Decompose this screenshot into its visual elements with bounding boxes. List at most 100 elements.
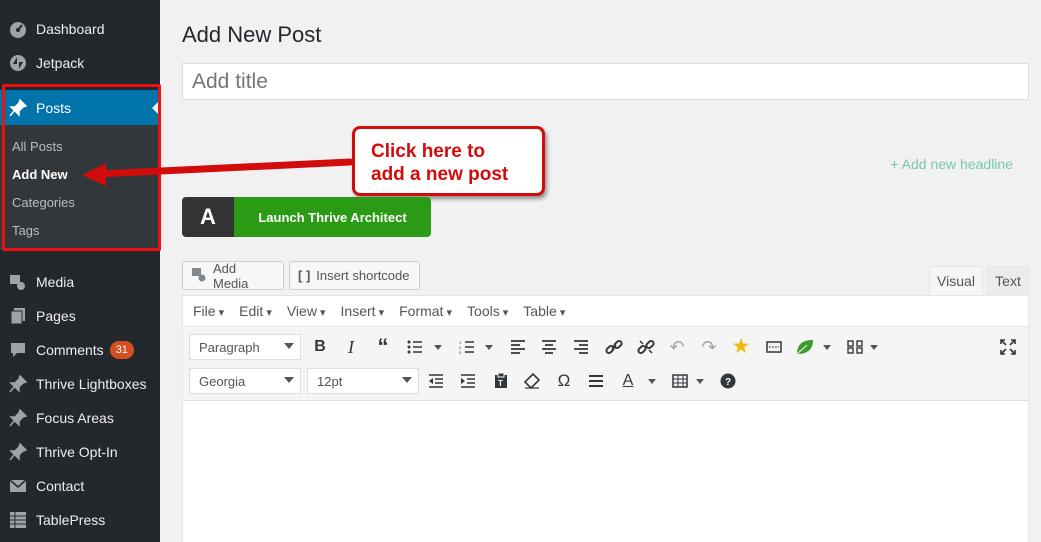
table-icon[interactable]	[669, 370, 691, 392]
thrive-logo-icon: A	[182, 197, 234, 237]
media-icon	[191, 266, 207, 285]
callout-line-1: Click here to	[371, 141, 486, 162]
help-icon[interactable]: ?	[717, 370, 739, 392]
page-title: Add New Post	[182, 22, 322, 47]
blockquote-icon[interactable]: “	[372, 334, 394, 359]
sidebar-item-comments[interactable]: Comments 31	[0, 333, 160, 367]
fullscreen-icon[interactable]	[997, 336, 1019, 358]
mail-icon	[0, 477, 36, 495]
chevron-down-icon[interactable]	[648, 379, 656, 384]
redo-icon[interactable]: ↷	[698, 336, 720, 358]
chevron-down-icon	[402, 377, 412, 383]
pin-icon	[0, 409, 36, 427]
chevron-down-icon[interactable]	[434, 345, 442, 350]
bold-icon[interactable]: B	[309, 336, 331, 358]
thrive-button-label: Launch Thrive Architect	[234, 197, 431, 237]
link-icon[interactable]	[603, 336, 625, 358]
leaf-icon[interactable]	[794, 336, 816, 358]
font-size-select[interactable]: 12pt	[307, 368, 419, 394]
sidebar-item-media[interactable]: Media	[0, 265, 160, 299]
menu-edit[interactable]: Edit	[239, 303, 272, 319]
sidebar-item-label: Focus Areas	[36, 410, 114, 426]
sidebar-item-label: Contact	[36, 478, 85, 494]
menu-file[interactable]: File	[193, 303, 224, 319]
sidebar-item-label: TablePress	[36, 512, 106, 528]
table-icon	[0, 511, 36, 529]
undo-icon[interactable]: ↶	[666, 336, 688, 358]
readmore-icon[interactable]	[763, 336, 785, 358]
menu-view[interactable]: View	[287, 303, 326, 319]
chevron-down-icon	[284, 377, 294, 383]
align-left-icon[interactable]	[507, 336, 529, 358]
insert-shortcode-label: Insert shortcode	[316, 268, 410, 283]
numbered-list-icon[interactable]: 123	[456, 336, 478, 358]
sidebar-item-label: Comments	[36, 342, 104, 358]
add-media-label: Add Media	[213, 260, 249, 291]
font-size-value: 12pt	[317, 373, 343, 389]
paste-text-icon[interactable]: T	[490, 370, 512, 392]
indent-icon[interactable]	[457, 370, 479, 392]
chevron-down-icon[interactable]	[870, 345, 878, 350]
sidebar-item-label: Jetpack	[36, 55, 85, 71]
comment-count-badge: 31	[109, 341, 134, 359]
sidebar-item-contact[interactable]: Contact	[0, 469, 160, 503]
menu-insert[interactable]: Insert	[341, 303, 385, 319]
chevron-down-icon[interactable]	[823, 345, 831, 350]
tab-visual[interactable]: Visual	[929, 266, 983, 296]
pin-icon	[0, 375, 36, 393]
post-editor: File Edit View Insert Format Tools Table…	[182, 295, 1029, 542]
pin-icon	[0, 443, 36, 461]
font-family-select[interactable]: Georgia	[189, 368, 301, 394]
sidebar-item-pages[interactable]: Pages	[0, 299, 160, 333]
insert-shortcode-button[interactable]: [ ] Insert shortcode	[289, 261, 420, 290]
callout-line-2: add a new post	[371, 164, 509, 185]
chevron-down-icon	[284, 343, 294, 349]
menu-format[interactable]: Format	[399, 303, 452, 319]
editor-content-area[interactable]	[183, 402, 1028, 542]
admin-sidebar: Dashboard Jetpack Posts All Posts Add Ne…	[0, 0, 160, 542]
sidebar-item-label: Thrive Opt-In	[36, 444, 118, 460]
editor-menubar: File Edit View Insert Format Tools Table	[183, 296, 1028, 327]
chevron-down-icon[interactable]	[696, 379, 704, 384]
star-icon[interactable]: ★	[730, 335, 752, 358]
menu-table[interactable]: Table	[523, 303, 565, 319]
menu-tools[interactable]: Tools	[467, 303, 508, 319]
align-right-icon[interactable]	[570, 336, 592, 358]
sidebar-item-tablepress[interactable]: TablePress	[0, 503, 160, 537]
horizontal-line-icon[interactable]	[585, 370, 607, 392]
eraser-icon[interactable]	[521, 370, 543, 392]
editor-toolbar: File Edit View Insert Format Tools Table…	[183, 296, 1028, 401]
align-center-icon[interactable]	[538, 336, 560, 358]
comments-icon	[0, 341, 36, 359]
svg-text:T: T	[498, 379, 503, 388]
sidebar-item-focus-areas[interactable]: Focus Areas	[0, 401, 160, 435]
post-title-input[interactable]	[182, 63, 1029, 100]
jetpack-icon	[0, 54, 36, 72]
outdent-icon[interactable]	[425, 370, 447, 392]
launch-thrive-architect-button[interactable]: A Launch Thrive Architect	[182, 197, 431, 237]
format-select[interactable]: Paragraph	[189, 334, 301, 360]
chevron-down-icon[interactable]	[485, 345, 493, 350]
sidebar-item-thrive-lightboxes[interactable]: Thrive Lightboxes	[0, 367, 160, 401]
sidebar-item-label: Pages	[36, 308, 76, 324]
tab-text[interactable]: Text	[987, 266, 1029, 296]
omega-icon[interactable]: Ω	[553, 370, 575, 392]
add-media-button[interactable]: Add Media	[182, 260, 284, 291]
callout-annotation: Click here to add a new post	[352, 126, 545, 196]
sidebar-item-label: Media	[36, 274, 75, 290]
media-icon	[0, 273, 36, 291]
pages-icon	[0, 307, 36, 325]
add-headline-link[interactable]: + Add new headline	[890, 156, 1013, 172]
italic-icon[interactable]: I	[340, 336, 362, 358]
text-color-icon[interactable]: A	[617, 370, 639, 392]
grid-icon[interactable]	[844, 336, 866, 358]
svg-text:3: 3	[459, 350, 462, 354]
sidebar-item-jetpack[interactable]: Jetpack	[0, 46, 160, 80]
bullet-list-icon[interactable]	[404, 336, 426, 358]
brackets-icon: [ ]	[298, 268, 311, 283]
unlink-icon[interactable]	[635, 336, 657, 358]
svg-text:?: ?	[725, 377, 731, 388]
sidebar-item-thrive-opt-in[interactable]: Thrive Opt-In	[0, 435, 160, 469]
sidebar-item-dashboard[interactable]: Dashboard	[0, 12, 160, 46]
dashboard-icon	[0, 20, 36, 38]
